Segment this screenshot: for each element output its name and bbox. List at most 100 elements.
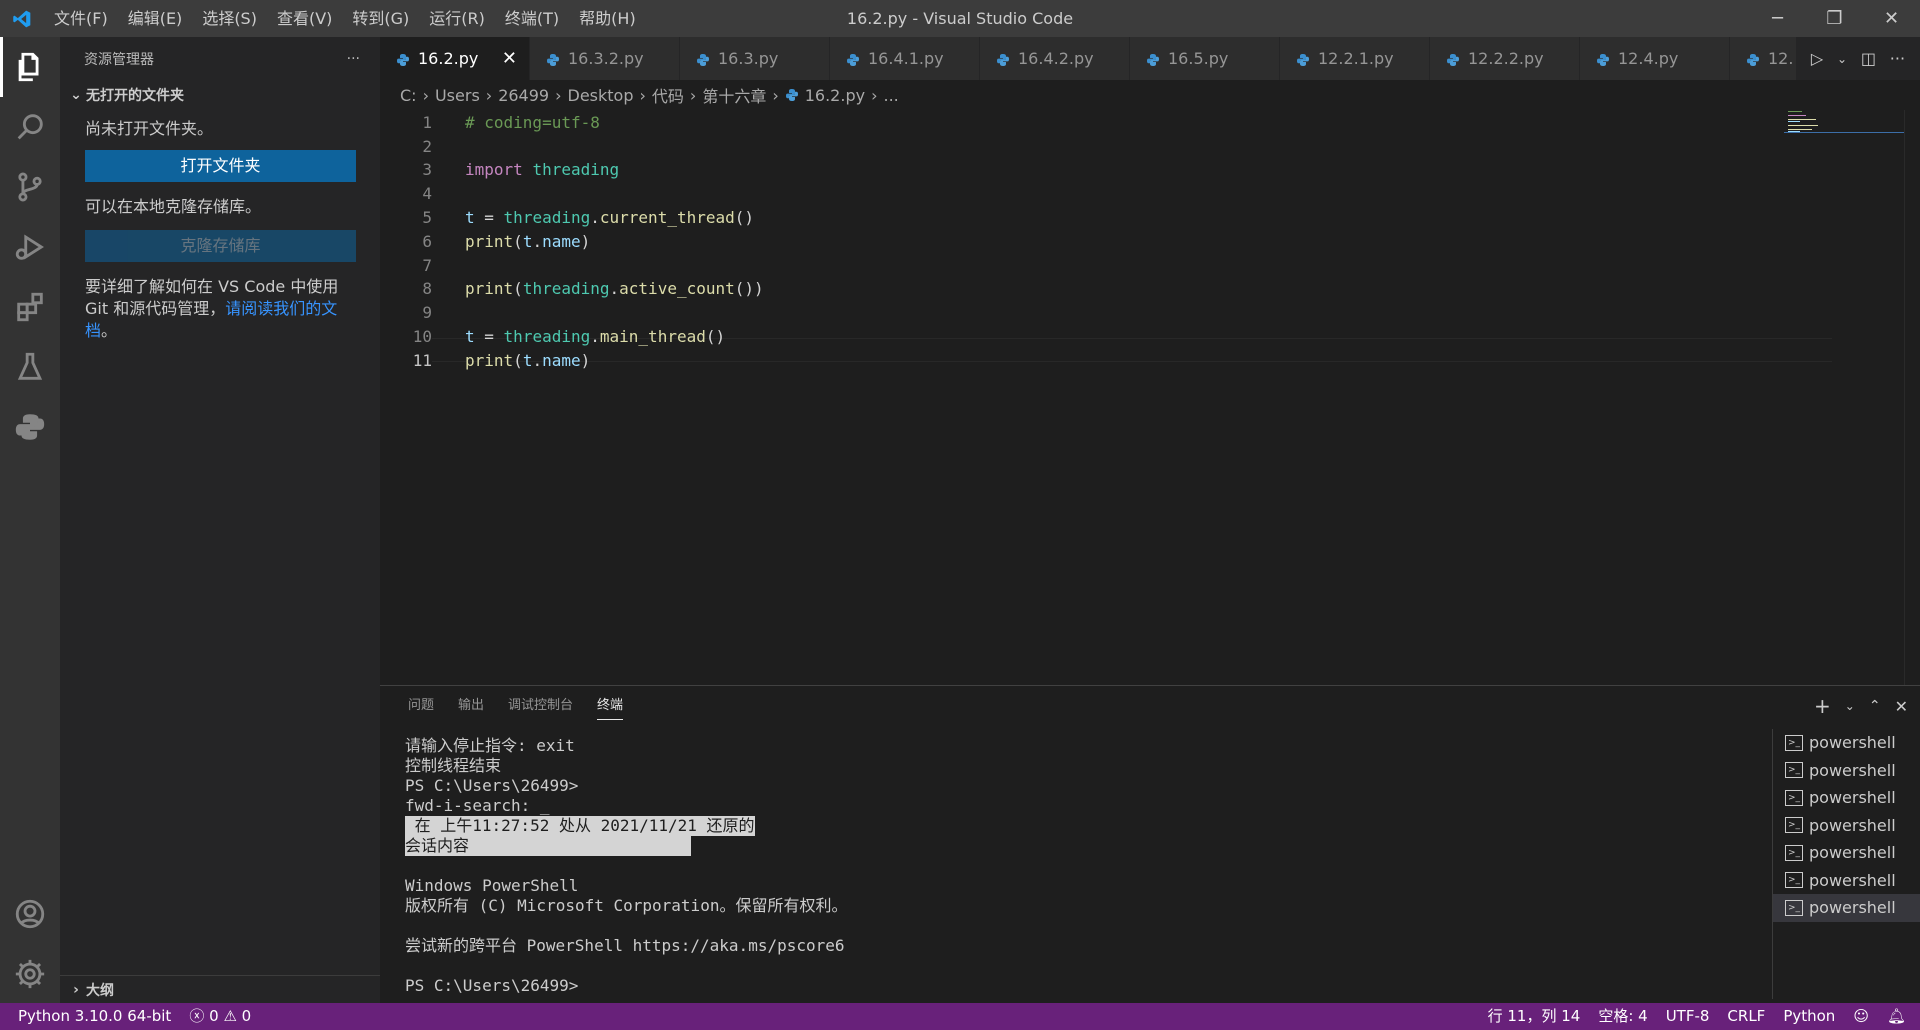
restore-button[interactable]: ❐ — [1806, 0, 1863, 37]
terminal-instance[interactable]: >_ powershell — [1773, 784, 1920, 812]
editor-scrollbar[interactable] — [1904, 110, 1920, 685]
maximize-panel-chevron-up-icon[interactable]: ⌃ — [1869, 698, 1881, 714]
terminal-icon: >_ — [1785, 899, 1803, 916]
terminal-icon: >_ — [1785, 762, 1803, 779]
run-python-file-icon[interactable]: ▷ — [1811, 49, 1823, 68]
terminal-instance[interactable]: >_ powershell — [1773, 812, 1920, 840]
breadcrumb-item[interactable]: Users — [435, 86, 480, 105]
terminal-name: powershell — [1809, 898, 1896, 918]
account-icon[interactable] — [0, 884, 60, 944]
tab-16-4-1[interactable]: 16.4.1.py — [830, 37, 980, 80]
tab-problems[interactable]: 问题 — [408, 686, 434, 726]
learn-more-suffix: 。 — [101, 321, 118, 340]
tab-debug-console[interactable]: 调试控制台 — [508, 686, 573, 726]
breadcrumb-item[interactable]: C: — [400, 86, 417, 105]
code-module: threading — [503, 207, 591, 227]
open-folder-button[interactable]: 打开文件夹 — [85, 150, 356, 182]
terminal-instance[interactable]: >_ powershell — [1773, 757, 1920, 785]
tab-16-5[interactable]: 16.5.py — [1130, 37, 1280, 80]
notifications-bell-icon[interactable]: 🔔︎ — [1878, 1003, 1920, 1030]
breadcrumb-item[interactable]: 16.2.py — [805, 86, 865, 105]
code-line: 6 print(t.name) — [380, 229, 1780, 253]
encoding-status[interactable]: UTF-8 — [1657, 1003, 1719, 1030]
code-line: 8 print(threading.active_count()) — [380, 276, 1780, 300]
line-number: 3 — [422, 159, 432, 179]
terminal-instance[interactable]: >_ powershell — [1773, 867, 1920, 895]
indentation-status[interactable]: 空格: 4 — [1589, 1003, 1656, 1030]
python-interpreter-status[interactable]: Python 3.10.0 64-bit — [0, 1003, 180, 1030]
menu-go[interactable]: 转到(G) — [342, 0, 419, 37]
tab-label: 16.2.py — [418, 49, 479, 68]
menu-view[interactable]: 查看(V) — [267, 0, 342, 37]
tab-label: 12.2.1.py — [1318, 49, 1394, 68]
no-folder-section[interactable]: ⌄ 无打开的文件夹 — [60, 80, 380, 110]
python-file-icon — [1446, 52, 1460, 66]
breadcrumb-item[interactable]: 代码 — [652, 83, 684, 107]
tab-12-2-2[interactable]: 12.2.2.py — [1430, 37, 1580, 80]
minimize-button[interactable]: ─ — [1749, 0, 1806, 37]
title-bar: 文件(F) 编辑(E) 选择(S) 查看(V) 转到(G) 运行(R) 终端(T… — [0, 0, 1920, 37]
eol-status[interactable]: CRLF — [1718, 1003, 1774, 1030]
run-debug-icon[interactable] — [0, 217, 60, 277]
split-editor-icon[interactable]: ◫ — [1861, 49, 1876, 68]
more-editor-actions-icon[interactable]: ··· — [1890, 49, 1905, 68]
code-keyword: import — [465, 159, 523, 179]
clone-repository-button[interactable]: 克隆存储库 — [85, 230, 356, 262]
tab-label: 16.3.py — [718, 49, 779, 68]
feedback-icon[interactable]: ☺ — [1844, 1003, 1878, 1030]
menu-run[interactable]: 运行(R) — [419, 0, 495, 37]
tab-label: 16.4.2.py — [1018, 49, 1094, 68]
tab-16-3[interactable]: 16.3.py — [680, 37, 830, 80]
close-panel-icon[interactable]: ✕ — [1895, 697, 1908, 716]
run-dropdown-chevron-icon[interactable]: ⌄ — [1837, 52, 1847, 66]
testing-icon[interactable] — [0, 337, 60, 397]
tab-12-2-1[interactable]: 12.2.1.py — [1280, 37, 1430, 80]
close-window-button[interactable]: ✕ — [1863, 0, 1920, 37]
chevron-right-icon: › — [555, 85, 562, 105]
close-tab-icon[interactable]: ✕ — [502, 48, 517, 69]
explorer-icon[interactable] — [0, 37, 60, 97]
problems-status[interactable]: ⓧ 0 ⚠ 0 — [180, 1003, 260, 1030]
code-function: print — [465, 350, 514, 370]
breadcrumb-item[interactable]: ... — [883, 86, 898, 105]
tab-12-4[interactable]: 12.4.py — [1580, 37, 1730, 80]
more-actions-button[interactable]: ··· — [347, 51, 360, 67]
settings-gear-icon[interactable] — [0, 944, 60, 1004]
cursor-position-status[interactable]: 行 11，列 14 — [1479, 1003, 1590, 1030]
source-control-icon[interactable] — [0, 157, 60, 217]
outline-section[interactable]: › 大纲 — [60, 975, 380, 1003]
terminal-instance[interactable]: >_ powershell — [1773, 729, 1920, 757]
code-punct: ( — [513, 278, 523, 298]
menu-file[interactable]: 文件(F) — [44, 0, 118, 37]
terminal-instance[interactable]: >_ powershell — [1773, 839, 1920, 867]
error-count: 0 — [209, 1007, 219, 1025]
breadcrumb-item[interactable]: Desktop — [568, 86, 634, 105]
code-line: 11 print(t.name) — [380, 348, 1780, 372]
code-editor[interactable]: 1 # coding=utf-8 2 3 import threading 4 5 t… — [380, 110, 1920, 685]
new-terminal-icon[interactable]: + — [1814, 694, 1831, 718]
menu-selection[interactable]: 选择(S) — [192, 0, 267, 37]
menu-help[interactable]: 帮助(H) — [569, 0, 646, 37]
tab-terminal[interactable]: 终端 — [597, 686, 624, 726]
extensions-icon[interactable] — [0, 277, 60, 337]
language-mode-status[interactable]: Python — [1774, 1003, 1844, 1030]
minimap[interactable] — [1784, 110, 1904, 150]
terminal-name: powershell — [1809, 843, 1896, 863]
terminal-output[interactable]: 请输入停止指令: exit 控制线程结束 PS C:\Users\26499> … — [405, 736, 1785, 1001]
tab-16-4-2[interactable]: 16.4.2.py — [980, 37, 1130, 80]
python-icon[interactable] — [0, 397, 60, 457]
terminal-instance-active[interactable]: >_ powershell — [1773, 894, 1920, 922]
terminal-line: 版权所有 (C) Microsoft Corporation。保留所有权利。 — [405, 896, 848, 915]
menu-bar: 文件(F) 编辑(E) 选择(S) 查看(V) 转到(G) 运行(R) 终端(T… — [44, 0, 646, 37]
breadcrumb-item[interactable]: 第十六章 — [702, 83, 766, 107]
terminal-icon: >_ — [1785, 789, 1803, 806]
terminal-icon: >_ — [1785, 734, 1803, 751]
tab-output[interactable]: 输出 — [458, 686, 484, 726]
breadcrumb-item[interactable]: 26499 — [498, 86, 549, 105]
menu-terminal[interactable]: 终端(T) — [495, 0, 569, 37]
search-icon[interactable] — [0, 97, 60, 157]
terminal-dropdown-chevron-icon[interactable]: ⌄ — [1845, 699, 1855, 713]
tab-16-2[interactable]: 16.2.py ✕ — [380, 37, 530, 80]
tab-16-3-2[interactable]: 16.3.2.py — [530, 37, 680, 80]
menu-edit[interactable]: 编辑(E) — [118, 0, 193, 37]
